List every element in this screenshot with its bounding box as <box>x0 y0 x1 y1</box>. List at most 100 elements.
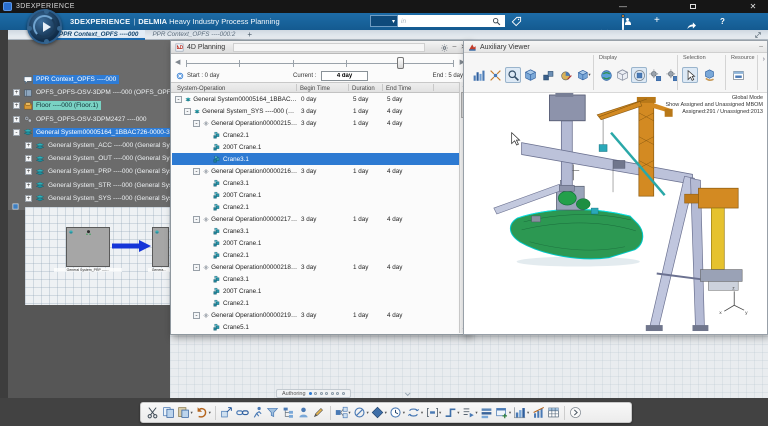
planning-row[interactable]: Crane3.1 <box>172 153 459 165</box>
circcubes-button[interactable] <box>631 67 647 83</box>
undo-button[interactable]: ▾ <box>194 404 212 421</box>
link-button[interactable] <box>234 404 249 421</box>
planning-row[interactable]: -General Operation00000215_1BBAC726-00..… <box>172 117 459 129</box>
tab-ppr-context-2[interactable]: PPR Context_OPFS ----000:2 <box>145 30 242 40</box>
planning-row[interactable]: -General System00005164_1BBAC726-0000-3C… <box>172 93 459 105</box>
tree-expander[interactable]: + <box>25 142 32 149</box>
elbow-button[interactable]: ▾ <box>443 404 461 421</box>
row-expander[interactable]: - <box>193 312 200 319</box>
chart2-button[interactable] <box>530 404 545 421</box>
compass-play-icon[interactable] <box>43 22 51 32</box>
ghostcube-button[interactable] <box>615 67 631 83</box>
pert-chart[interactable]: General System_PRP ----... Genera... <box>25 207 170 305</box>
globe-button[interactable] <box>598 67 614 83</box>
compass-page-dots[interactable] <box>309 392 345 395</box>
tree-expander[interactable]: + <box>25 195 32 202</box>
barsh-button[interactable] <box>479 404 494 421</box>
pencil-button[interactable] <box>311 404 326 421</box>
col-end-time[interactable]: End Time <box>386 86 411 92</box>
fit-button[interactable] <box>488 67 504 83</box>
cut-button[interactable] <box>145 404 160 421</box>
loop-button[interactable]: ▾ <box>406 404 424 421</box>
exporticon-button[interactable] <box>219 404 234 421</box>
hist-button[interactable] <box>470 67 486 83</box>
pert-node-next[interactable] <box>152 227 169 267</box>
nodeic-button[interactable]: ▾ <box>334 404 352 421</box>
tree-expander[interactable]: + <box>13 89 20 96</box>
cursor-button[interactable] <box>682 67 698 83</box>
pert-node-prp[interactable] <box>66 227 110 267</box>
reswin-button[interactable] <box>730 67 746 83</box>
search-input[interactable] <box>398 15 505 27</box>
planning-row[interactable]: Crane2.1 <box>172 250 459 262</box>
cube-button[interactable]: ▾ <box>576 67 592 83</box>
planning-row[interactable]: Crane2.1 <box>172 201 459 213</box>
planning-row[interactable]: -General Operation00000219_1BBAC726-00..… <box>172 310 459 322</box>
restore-layout-icon[interactable] <box>754 31 762 39</box>
search-icon[interactable] <box>492 17 501 26</box>
paste-button[interactable]: ▾ <box>176 404 194 421</box>
compass-dot[interactable] <box>331 392 334 395</box>
panel-minimize-button[interactable]: – <box>450 43 459 50</box>
planning-row[interactable]: -General System_SYS ----000 (General Sys… <box>172 105 459 117</box>
compass-dot[interactable] <box>342 392 345 395</box>
diamond-button[interactable]: ▾ <box>370 404 388 421</box>
bracketn-button[interactable]: ▾ <box>424 404 442 421</box>
close-button[interactable]: ✕ <box>742 0 764 13</box>
planning-row[interactable]: 200T Crane.1 <box>172 238 459 250</box>
3dexperience-compass[interactable] <box>27 9 62 44</box>
row-expander[interactable]: - <box>193 216 200 223</box>
compass-dot[interactable] <box>320 392 323 395</box>
viewer-titlebar[interactable]: Auxiliary Viewer – <box>464 41 767 53</box>
cube-button[interactable] <box>523 67 539 83</box>
planning-titlebar[interactable]: 4D Planning – ✕ <box>171 41 469 54</box>
runner-button[interactable] <box>250 404 265 421</box>
tree-expander[interactable]: + <box>13 116 20 123</box>
slider-track[interactable] <box>186 63 454 64</box>
cubestack-button[interactable] <box>540 67 556 83</box>
col-duration[interactable]: Duration <box>352 86 375 92</box>
person-button[interactable] <box>296 404 311 421</box>
funnel-button[interactable] <box>265 404 280 421</box>
planning-row[interactable]: 200T Crane.1 <box>172 286 459 298</box>
viewer-minimize-button[interactable]: – <box>759 43 763 50</box>
tree-expander[interactable]: + <box>25 182 32 189</box>
panel-settings-icon[interactable] <box>440 44 449 52</box>
compass-dot[interactable] <box>309 392 312 395</box>
gearcubes-button[interactable] <box>648 67 664 83</box>
3d-viewport[interactable]: z x y <box>464 93 767 334</box>
handcube-button[interactable] <box>701 67 717 83</box>
windowp-button[interactable]: ▾ <box>494 404 512 421</box>
compass-dot[interactable] <box>314 392 317 395</box>
tree-expander[interactable]: + <box>25 168 32 175</box>
tree-drag-handle-icon[interactable] <box>12 203 19 210</box>
planning-row[interactable]: Crane2.1 <box>172 129 459 141</box>
compass-dot[interactable] <box>325 392 328 395</box>
row-expander[interactable]: - <box>193 168 200 175</box>
current-time-input[interactable] <box>321 71 368 81</box>
row-expander[interactable]: - <box>193 264 200 271</box>
hier-button[interactable] <box>281 404 296 421</box>
add-tab-button[interactable]: + <box>242 30 257 40</box>
mag-button[interactable] <box>505 67 521 83</box>
tag-icon[interactable] <box>511 16 522 27</box>
slider-step-back-button[interactable]: ◀ <box>175 58 180 66</box>
planning-row[interactable]: -General Operation00000218_1BBAC726-00..… <box>172 262 459 274</box>
circleslash-button[interactable]: ▾ <box>352 404 370 421</box>
clock-button[interactable]: ▾ <box>388 404 406 421</box>
tree-expander[interactable]: + <box>13 102 20 109</box>
tab-ppr-context-1[interactable]: PPR Context_OPFS ----000 <box>52 30 145 40</box>
col-system-operation[interactable]: System-Operation <box>177 86 225 92</box>
planning-row[interactable]: Crane3.1 <box>172 274 459 286</box>
planning-row[interactable]: Crane3.1 <box>172 226 459 238</box>
slider-handle[interactable] <box>397 57 404 69</box>
planning-row[interactable]: Crane3.1 <box>172 177 459 189</box>
planning-row[interactable]: 200T Crane.1 <box>172 189 459 201</box>
copy-button[interactable] <box>160 404 175 421</box>
minimize-button[interactable]: — <box>612 0 634 13</box>
tableic-button[interactable] <box>546 404 561 421</box>
planning-row[interactable]: Crane5.1 <box>172 322 459 333</box>
row-expander[interactable]: - <box>193 120 200 127</box>
search-scope-select[interactable]: ▾ <box>370 15 398 27</box>
row-expander[interactable]: - <box>175 96 182 103</box>
